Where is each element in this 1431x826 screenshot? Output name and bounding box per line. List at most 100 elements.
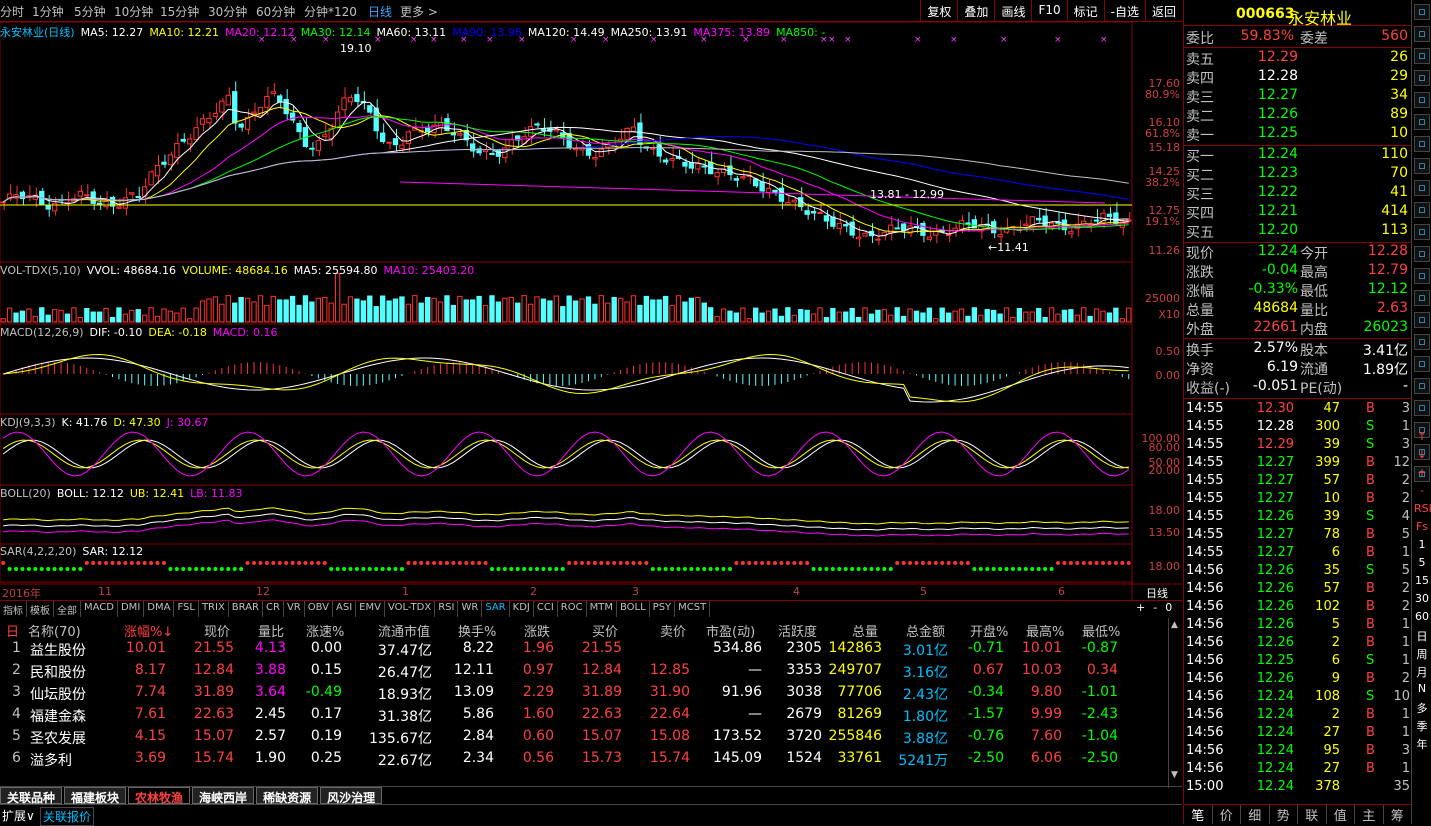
table-row[interactable]: 5 圣农发展 4.15 15.07 2.57 0.19 135.67亿 2.84 0.60 15.… [0, 728, 1168, 750]
indicator-tab-全部[interactable]: 全部 [54, 601, 81, 617]
sell_orders-row[interactable]: 卖一 12.25 10 [1184, 125, 1412, 144]
buy_orders-row[interactable]: 买二 12.23 70 [1184, 165, 1412, 184]
tool-icon[interactable]: ▫ [1414, 26, 1430, 42]
indicator-tab-trix[interactable]: TRIX [199, 601, 229, 617]
indicator-tab-指标[interactable]: 指标 [0, 601, 27, 617]
tool-icon[interactable]: ▫ [1414, 356, 1430, 372]
indicator-tab-macd[interactable]: MACD [81, 601, 118, 617]
tool-label[interactable]: ↓ [1414, 448, 1430, 464]
tool-icon[interactable]: ▫ [1414, 246, 1430, 262]
indicator-tab-dmi[interactable]: DMI [118, 601, 145, 617]
tool-icon[interactable]: ▫ [1414, 334, 1430, 350]
timeframe-0[interactable]: 分时 [0, 3, 24, 20]
top-button-3[interactable]: F10 [1031, 0, 1066, 22]
tool-label[interactable]: ↑ [1414, 430, 1430, 446]
sell_orders-row[interactable]: 卖三 12.27 34 [1184, 87, 1412, 106]
tool-label[interactable]: 1 [1414, 538, 1430, 554]
zoom-button[interactable]: + [1132, 601, 1149, 614]
indicator-tab-kdj[interactable]: KDJ [510, 601, 534, 617]
table-header-14[interactable]: 开盘% [970, 621, 1008, 640]
tool-label[interactable]: + [1414, 466, 1430, 482]
indicator-tab-fsl[interactable]: FSL [174, 601, 199, 617]
indicator-tab-asi[interactable]: ASI [333, 601, 357, 617]
top-button-1[interactable]: 叠加 [957, 0, 994, 22]
timeframe-5[interactable]: 30分钟 [208, 3, 247, 20]
table-header-11[interactable]: 活跃度 [778, 621, 817, 640]
top-button-4[interactable]: 标记 [1066, 0, 1104, 22]
table-header-10[interactable]: 市盈(动) [706, 621, 755, 640]
table-header-7[interactable]: 涨跌 [524, 621, 550, 640]
indicator-tab-roc[interactable]: ROC [558, 601, 587, 617]
right-tab-0[interactable]: 笔 [1184, 805, 1213, 824]
table-row[interactable]: 3 仙坛股份 7.74 31.89 3.64 -0.49 18.93亿 13.09 2.29 31… [0, 684, 1168, 706]
indicator-tab-vr[interactable]: VR [284, 601, 305, 617]
tool-icon[interactable]: ▫ [1414, 290, 1430, 306]
indicator-tab-psy[interactable]: PSY [650, 601, 676, 617]
block-tab-5[interactable]: 风沙治理 [320, 787, 383, 805]
right-tab-6[interactable]: 主 [1355, 805, 1384, 824]
tool-icon[interactable]: ▫ [1414, 70, 1430, 86]
indicator-tab-cr[interactable]: CR [263, 601, 284, 617]
timeframe-3[interactable]: 10分钟 [114, 3, 153, 20]
tool-icon[interactable]: ▫ [1414, 312, 1430, 328]
tool-icon[interactable]: ▫ [1414, 180, 1430, 196]
timeframe-7[interactable]: 分钟*120 [304, 3, 357, 20]
indicator-tab-mtm[interactable]: MTM [587, 601, 617, 617]
tool-label[interactable]: 季 [1414, 718, 1430, 734]
table-header-3[interactable]: 量比 [258, 621, 284, 640]
tool-label[interactable]: 月 [1414, 664, 1430, 680]
buy_orders-row[interactable]: 买四 12.21 414 [1184, 203, 1412, 222]
tool-icon[interactable]: ▫ [1414, 378, 1430, 394]
tool-icon[interactable]: ▫ [1414, 114, 1430, 130]
sell_orders-row[interactable]: 卖四 12.28 29 [1184, 68, 1412, 87]
tool-label[interactable]: Fs [1414, 520, 1430, 536]
tool-label[interactable]: N [1414, 682, 1430, 698]
tool-label[interactable]: 30 [1414, 592, 1430, 608]
table-header-0[interactable]: 名称(70) [28, 621, 81, 640]
top-button-6[interactable]: 返回 [1144, 0, 1182, 22]
table-header-5[interactable]: 流通市值 [378, 621, 430, 640]
zoom-button[interactable]: - [1149, 601, 1161, 614]
table-header-15[interactable]: 最高% [1026, 621, 1064, 640]
indicator-tab-rsi[interactable]: RSI [435, 601, 459, 617]
indicator-tab-dma[interactable]: DMA [144, 601, 175, 617]
tool-icon[interactable]: ▫ [1414, 48, 1430, 64]
tool-label[interactable]: 日 [1414, 628, 1430, 644]
indicator-tab-wr[interactable]: WR [458, 601, 483, 617]
indicator-tab-obv[interactable]: OBV [305, 601, 333, 617]
block-tab-0[interactable]: 关联品种 [0, 787, 63, 805]
tool-icon[interactable]: ▫ [1414, 92, 1430, 108]
tool-label[interactable]: - [1414, 484, 1430, 500]
table-header-13[interactable]: 总金额 [906, 621, 945, 640]
tool-label[interactable]: RSI [1414, 502, 1431, 518]
table-row[interactable]: 6 溢多利 3.69 15.74 1.90 0.25 22.67亿 2.34 0.56 15.73… [0, 750, 1168, 772]
table-header-12[interactable]: 总量 [852, 621, 878, 640]
table-header-6[interactable]: 换手% [458, 621, 496, 640]
tool-label[interactable]: 60 [1414, 610, 1430, 626]
indicator-tab-cci[interactable]: CCI [534, 601, 558, 617]
indicator-tab-模板[interactable]: 模板 [27, 601, 54, 617]
table-row[interactable]: 2 民和股份 8.17 12.84 3.88 0.15 26.47亿 12.11 0.97 12.… [0, 662, 1168, 684]
sell_orders-row[interactable]: 卖五 12.29 26 [1184, 49, 1412, 68]
sell_orders-row[interactable]: 卖二 12.26 89 [1184, 106, 1412, 125]
right-tab-3[interactable]: 势 [1270, 805, 1298, 824]
buy_orders-row[interactable]: 买五 12.20 113 [1184, 222, 1412, 241]
table-header-4[interactable]: 涨速% [306, 621, 344, 640]
table-menu-icon[interactable]: 日 [6, 621, 19, 640]
right-tab-2[interactable]: 细 [1241, 805, 1270, 824]
right-tab-5[interactable]: 值 [1327, 805, 1355, 824]
tool-label[interactable]: 周 [1414, 646, 1430, 662]
timeframe-2[interactable]: 5分钟 [74, 3, 106, 20]
timeframe-6[interactable]: 60分钟 [256, 3, 295, 20]
timeframe-8[interactable]: 日线 [368, 3, 392, 20]
timeframe-1[interactable]: 1分钟 [32, 3, 64, 20]
indicator-tab-brar[interactable]: BRAR [229, 601, 263, 617]
block-tab-1[interactable]: 福建板块 [64, 787, 127, 805]
table-header-2[interactable]: 现价 [204, 621, 230, 640]
buy_orders-row[interactable]: 买三 12.22 41 [1184, 184, 1412, 203]
block-tab-2[interactable]: 农林牧渔 [128, 787, 191, 805]
tool-icon[interactable]: ▫ [1414, 136, 1430, 152]
indicator-tab-emv[interactable]: EMV [356, 601, 385, 617]
table-header-16[interactable]: 最低% [1082, 621, 1120, 640]
expand-button[interactable]: 扩展∨ [2, 807, 35, 824]
